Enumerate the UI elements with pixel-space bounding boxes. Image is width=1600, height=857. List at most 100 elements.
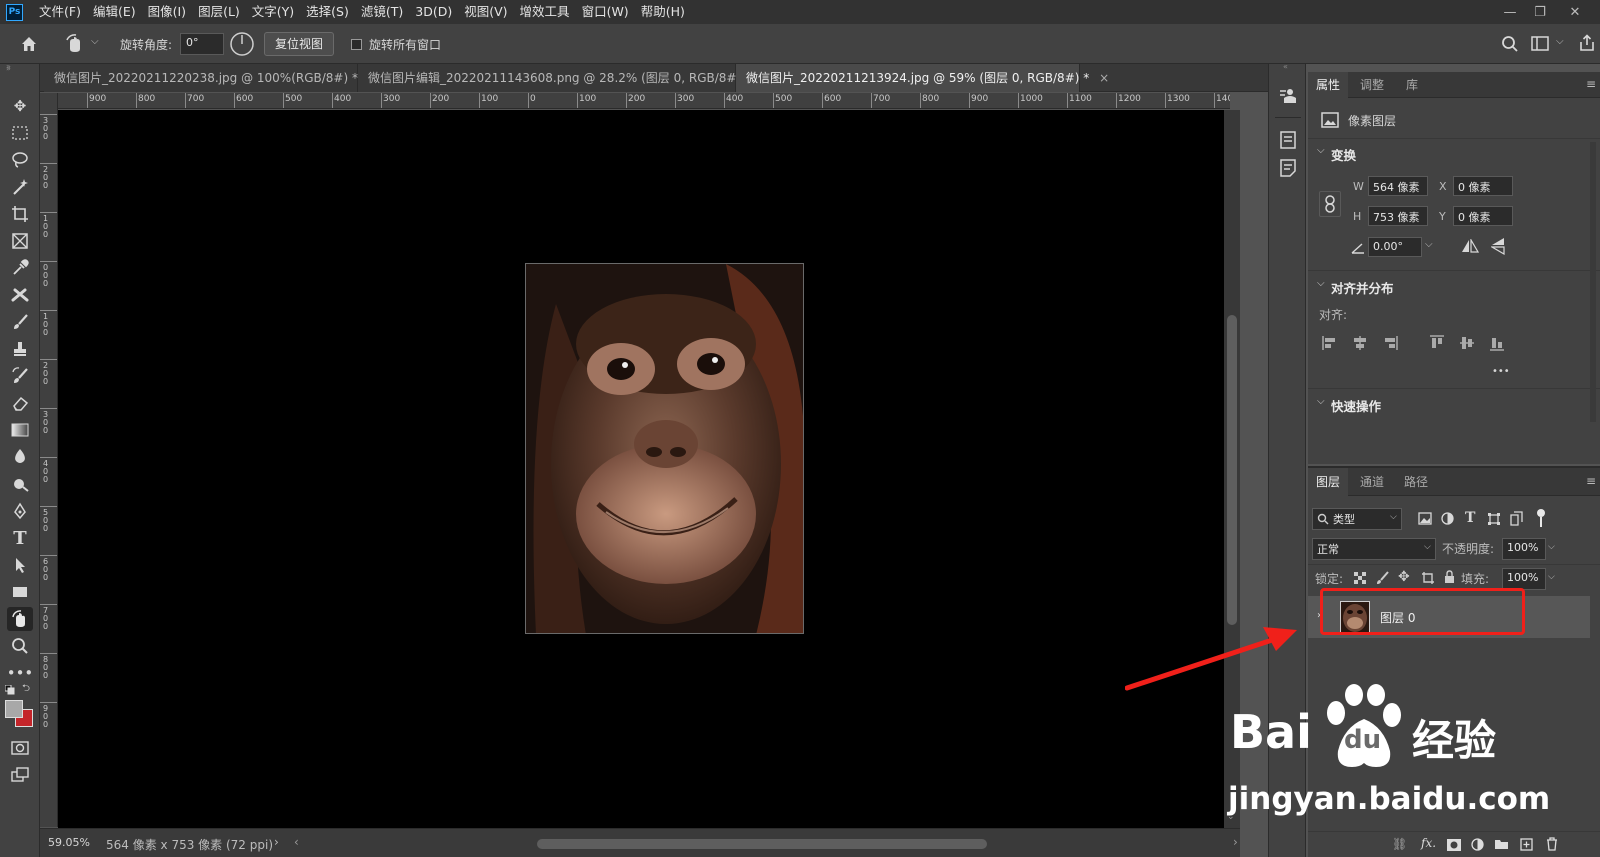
new-layer-icon[interactable] (1520, 838, 1533, 851)
frame-tool-icon[interactable] (7, 229, 33, 253)
scroll-right-arrow-icon[interactable]: › (1233, 835, 1238, 849)
tab-layers[interactable]: 图层 (1308, 468, 1349, 496)
filter-toggle-icon[interactable] (1537, 509, 1545, 517)
menu-plugins[interactable]: 增效工具 (514, 0, 576, 24)
magic-wand-tool-icon[interactable] (7, 175, 33, 199)
delete-layer-icon[interactable] (1546, 837, 1558, 851)
filter-shape-icon[interactable] (1487, 512, 1501, 526)
menu-window[interactable]: 窗口(W) (576, 0, 635, 24)
search-icon[interactable] (1501, 35, 1519, 53)
filter-pixel-icon[interactable] (1418, 512, 1432, 525)
tool-preset-chevron-icon[interactable]: ⌵ (91, 36, 99, 47)
notes-panel-icon[interactable] (1278, 158, 1298, 178)
fill-chevron-icon[interactable]: ⌵ (1548, 572, 1555, 582)
properties-menu-icon[interactable]: ≡ (1586, 77, 1596, 91)
reset-view-button[interactable]: 复位视图 (264, 32, 335, 56)
default-colors-icon[interactable] (4, 684, 15, 695)
blend-mode-select[interactable]: 正常 (1312, 538, 1436, 560)
move-tool-icon[interactable]: ✥ (7, 94, 33, 118)
tab-adjustments[interactable]: 调整 (1352, 72, 1392, 98)
pen-tool-icon[interactable] (7, 499, 33, 523)
tab-properties[interactable]: 属性 (1308, 72, 1349, 98)
healing-brush-tool-icon[interactable] (7, 283, 33, 307)
status-menu-arrow-icon[interactable]: › (274, 835, 279, 849)
menu-image[interactable]: 图像(I) (142, 0, 192, 24)
rotate-view-tool-icon-active[interactable] (7, 607, 33, 631)
workspace-chevron-icon[interactable]: ⌵ (1556, 36, 1564, 47)
lock-position-icon[interactable]: ✥ (1398, 569, 1410, 585)
align-right-icon[interactable] (1382, 335, 1398, 351)
menu-layer[interactable]: 图层(L) (192, 0, 246, 24)
link-layers-icon[interactable]: ⛓ (1392, 837, 1407, 851)
filter-chevron-icon[interactable]: ⌵ (1390, 512, 1397, 522)
transform-section-title[interactable]: 变换 (1331, 145, 1356, 164)
zoom-level[interactable]: 59.05% (48, 836, 90, 849)
tab-document-3[interactable]: 微信图片_20220211213924.jpg @ 59% (图层 0, RGB… (736, 64, 1109, 92)
menu-3d[interactable]: 3D(D) (409, 0, 458, 24)
share-icon[interactable] (1578, 34, 1596, 52)
restore-button[interactable]: ❐ (1525, 0, 1555, 24)
quick-mask-icon[interactable] (7, 736, 33, 760)
home-icon[interactable] (20, 35, 38, 53)
menu-filter[interactable]: 滤镜(T) (355, 0, 409, 24)
rotation-dial-icon[interactable] (229, 31, 255, 57)
menu-help[interactable]: 帮助(H) (635, 0, 691, 24)
close-tab-icon[interactable]: × (1099, 71, 1109, 85)
lock-artboard-icon[interactable] (1421, 571, 1435, 585)
path-selection-tool-icon[interactable] (7, 553, 33, 577)
angle-chevron-icon[interactable]: ⌵ (1425, 239, 1433, 250)
blend-mode-chevron-icon[interactable]: ⌵ (1424, 542, 1431, 552)
lock-image-pixels-icon[interactable] (1376, 571, 1389, 585)
align-center-v-icon[interactable] (1459, 335, 1475, 351)
y-input[interactable]: 0 像素 (1453, 206, 1513, 226)
new-group-icon[interactable] (1494, 838, 1509, 850)
tab-channels[interactable]: 通道 (1352, 468, 1392, 496)
menu-type[interactable]: 文字(Y) (246, 0, 300, 24)
link-dimensions-button[interactable] (1319, 191, 1341, 217)
layer-style-fx-icon[interactable]: fx. (1421, 836, 1436, 850)
align-top-icon[interactable] (1429, 335, 1445, 351)
fill-input[interactable]: 100% (1502, 568, 1546, 590)
history-panel-icon[interactable] (1278, 130, 1298, 150)
properties-scrollbar[interactable] (1590, 142, 1596, 422)
workspace-icon[interactable] (1531, 36, 1549, 51)
add-mask-icon[interactable] (1447, 839, 1461, 851)
eyedropper-tool-icon[interactable] (7, 256, 33, 280)
align-section-title[interactable]: 对齐并分布 (1331, 278, 1394, 297)
align-chevron-icon[interactable]: ⌵ (1317, 278, 1325, 289)
lock-transparent-pixels-icon[interactable] (1354, 572, 1366, 584)
learn-panel-icon[interactable] (1278, 86, 1298, 106)
lasso-tool-icon[interactable] (7, 148, 33, 172)
filter-adjustment-icon[interactable] (1441, 512, 1454, 525)
zoom-tool-icon[interactable] (7, 634, 33, 658)
menu-edit[interactable]: 编辑(E) (87, 0, 142, 24)
rotate-all-windows-checkbox[interactable] (351, 39, 362, 50)
opacity-chevron-icon[interactable]: ⌵ (1548, 542, 1555, 552)
rotate-view-tool-icon[interactable] (64, 34, 86, 54)
flip-vertical-icon[interactable] (1491, 237, 1505, 255)
more-align-options-button[interactable]: ••• (1492, 366, 1510, 377)
layers-menu-icon[interactable]: ≡ (1586, 474, 1596, 488)
horizontal-scroll-thumb[interactable] (537, 839, 987, 849)
lock-all-icon[interactable] (1444, 570, 1455, 584)
marquee-tool-icon[interactable] (7, 121, 33, 145)
screen-mode-icon[interactable] (7, 763, 33, 787)
adjustment-layer-icon[interactable] (1471, 838, 1484, 851)
crop-tool-icon[interactable] (7, 202, 33, 226)
tab-document-1[interactable]: 微信图片_20220211220238.jpg @ 100%(RGB/8#) *… (44, 64, 378, 92)
minimize-button[interactable]: — (1495, 0, 1525, 24)
foreground-color-swatch[interactable] (5, 700, 23, 718)
filter-type-icon[interactable]: T (1465, 510, 1475, 526)
x-input[interactable]: 0 像素 (1453, 176, 1513, 196)
menu-view[interactable]: 视图(V) (458, 0, 513, 24)
align-center-h-icon[interactable] (1352, 335, 1368, 351)
gradient-tool-icon[interactable] (7, 418, 33, 442)
opacity-input[interactable]: 100% (1502, 538, 1546, 560)
quick-actions-chevron-icon[interactable]: ⌵ (1317, 396, 1325, 407)
dodge-tool-icon[interactable] (7, 472, 33, 496)
vertical-scroll-thumb[interactable] (1227, 315, 1237, 625)
menu-select[interactable]: 选择(S) (300, 0, 355, 24)
rotate-angle-input[interactable]: 0° (180, 33, 224, 55)
quick-actions-section-title[interactable]: 快速操作 (1331, 396, 1381, 415)
angle-input[interactable]: 0.00° (1368, 237, 1422, 257)
